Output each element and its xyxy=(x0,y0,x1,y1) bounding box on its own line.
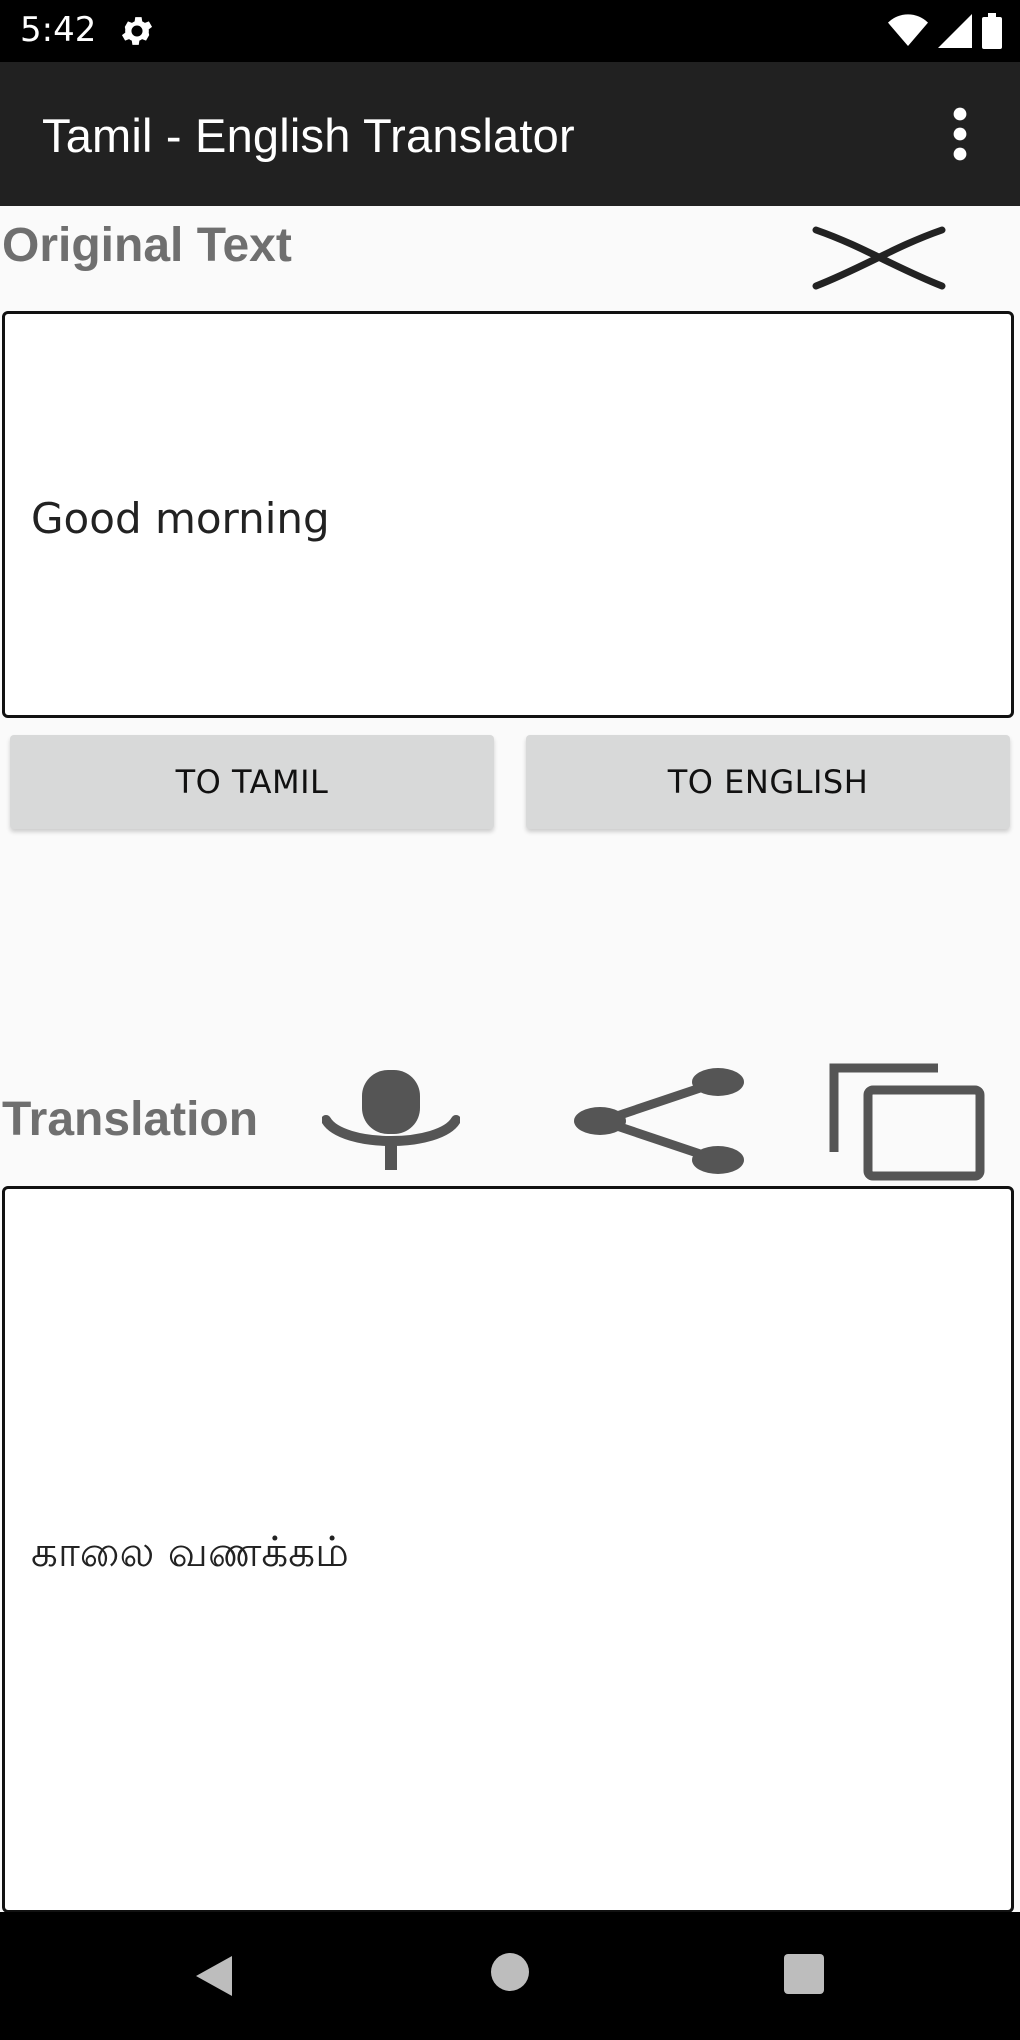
to-tamil-button[interactable]: TO TAMIL xyxy=(10,735,494,829)
status-icons xyxy=(888,12,1002,50)
navigation-bar xyxy=(0,1912,1020,2040)
translation-output[interactable]: காலை வணக்கம் xyxy=(2,1186,1014,1913)
status-bar: 5:42 xyxy=(0,0,1020,62)
close-icon[interactable] xyxy=(812,224,946,290)
app-bar: Tamil - English Translator xyxy=(0,62,1020,206)
to-english-button[interactable]: TO ENGLISH xyxy=(526,735,1010,829)
original-text-label: Original Text xyxy=(2,219,292,272)
original-text-value: Good morning xyxy=(31,494,330,543)
share-icon[interactable] xyxy=(572,1066,748,1176)
app-title: Tamil - English Translator xyxy=(42,109,575,162)
cellular-signal-icon xyxy=(938,14,972,48)
original-text-input[interactable]: Good morning xyxy=(2,311,1014,718)
home-icon[interactable] xyxy=(490,1952,530,1992)
translation-label: Translation xyxy=(2,1093,259,1146)
translation-text-value: காலை வணக்கம் xyxy=(31,1527,349,1576)
screen: 5:42 Tamil - English Translator Original… xyxy=(0,0,1020,2040)
recents-icon[interactable] xyxy=(782,1952,826,1996)
more-vert-icon[interactable] xyxy=(940,106,980,162)
settings-gear-icon xyxy=(121,17,153,45)
wifi-icon xyxy=(888,14,928,46)
status-time: 5:42 xyxy=(20,10,97,50)
back-icon[interactable] xyxy=(190,1952,238,2000)
microphone-icon[interactable] xyxy=(322,1068,460,1172)
battery-icon xyxy=(982,13,1002,49)
copy-icon[interactable] xyxy=(828,1062,986,1182)
